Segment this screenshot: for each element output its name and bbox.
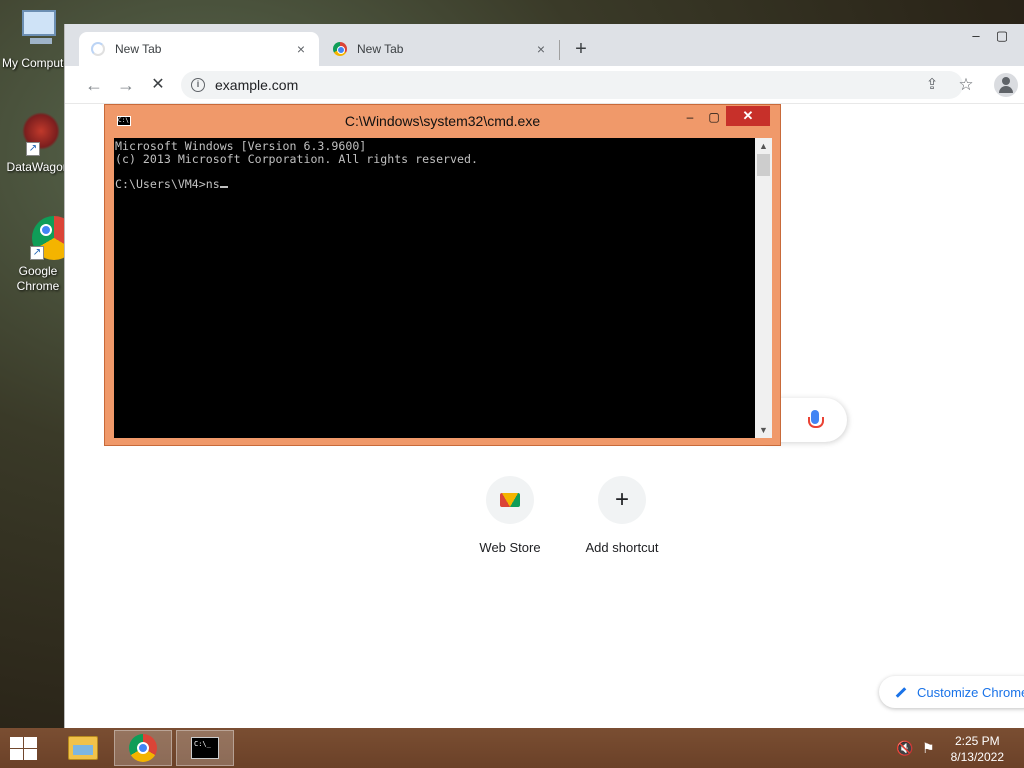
cmd-minimize-button[interactable]: –	[679, 107, 701, 127]
back-button[interactable]: ←	[83, 74, 105, 96]
clock-time: 2:25 PM	[954, 734, 1000, 748]
shortcut-arrow-icon: ↗	[26, 142, 40, 156]
start-button[interactable]	[8, 736, 38, 760]
console-line: (c) 2013 Microsoft Corporation. All righ…	[115, 151, 478, 166]
add-shortcut-plus-icon: +	[598, 476, 646, 524]
chrome-icon: ↗	[16, 216, 76, 260]
profile-avatar-button[interactable]	[994, 73, 1018, 97]
console-line: Microsoft Windows [Version 6.3.9600]	[115, 139, 367, 153]
scroll-down-arrow-icon[interactable]: ▼	[755, 422, 772, 438]
shortcut-label: Web Store	[479, 540, 541, 555]
customize-chrome-button[interactable]: Customize Chrome	[879, 676, 1024, 708]
windows-logo-icon	[10, 737, 23, 748]
new-tab-button[interactable]: +	[569, 38, 593, 61]
console-prompt-line: C:\Users\VM4>ns	[115, 176, 754, 191]
taskbar: C:\_ 🔇 ⚑ 2:25 PM 8/13/2022	[0, 728, 1024, 768]
taskbar-cmd[interactable]: C:\_	[176, 730, 234, 766]
stop-loading-button[interactable]: ✕	[147, 74, 169, 96]
share-button[interactable]: ⇪	[921, 74, 943, 96]
voice-search-mic-icon[interactable]	[808, 410, 824, 428]
forward-button[interactable]: →	[115, 74, 137, 96]
computer-icon	[16, 8, 60, 52]
system-clock[interactable]: 2:25 PM 8/13/2022	[951, 733, 1004, 765]
site-info-icon[interactable]: i	[191, 78, 205, 92]
minimize-button[interactable]: –	[965, 28, 987, 43]
cmd-close-button[interactable]: ✕	[726, 106, 770, 126]
clock-date: 8/13/2022	[950, 750, 1004, 764]
scroll-thumb[interactable]	[757, 154, 770, 176]
text-cursor	[219, 185, 228, 188]
web-store-icon	[500, 493, 520, 507]
url-text: example.com	[215, 77, 299, 93]
shortcut-label: Add shortcut	[585, 540, 659, 555]
volume-muted-icon[interactable]: 🔇	[896, 740, 913, 757]
console-prompt: C:\Users\VM4>ns	[115, 176, 220, 191]
tab-new-tab[interactable]: New Tab ×	[321, 32, 559, 66]
network-icon[interactable]: ⚑	[922, 740, 935, 757]
maximize-button[interactable]: ▢	[991, 28, 1013, 44]
scroll-up-arrow-icon[interactable]: ▲	[755, 138, 772, 154]
chrome-icon	[129, 734, 157, 762]
datawagon-icon: ↗	[16, 112, 60, 156]
console-scrollbar[interactable]: ▲ ▼	[755, 138, 772, 438]
web-store-tile	[486, 476, 534, 524]
address-bar[interactable]: i example.com	[181, 71, 963, 99]
tab-close-icon[interactable]: ×	[293, 41, 309, 57]
customize-chrome-label: Customize Chrome	[917, 684, 1024, 700]
pencil-icon	[895, 686, 907, 698]
bookmark-star-button[interactable]: ☆	[955, 74, 977, 96]
windows-logo-pane	[10, 749, 23, 760]
windows-logo-pane	[24, 737, 37, 748]
shortcut-arrow-icon: ↗	[30, 246, 44, 260]
shortcut-web-store[interactable]: Web Store	[454, 476, 566, 555]
cmd-maximize-button[interactable]: ▢	[703, 107, 725, 127]
cmd-icon: C:\_	[191, 737, 219, 759]
tab-strip: New Tab × New Tab × + – ▢	[65, 24, 1024, 66]
taskbar-file-explorer[interactable]	[54, 730, 112, 766]
loading-spinner-icon	[91, 42, 105, 56]
tab-title: New Tab	[357, 42, 404, 56]
folder-icon	[68, 736, 98, 760]
shortcut-add[interactable]: + Add shortcut	[566, 476, 678, 555]
tab-title: New Tab	[115, 42, 162, 56]
taskbar-chrome[interactable]	[114, 730, 172, 766]
tab-divider	[559, 40, 560, 60]
tab-new-tab-active[interactable]: New Tab ×	[79, 32, 319, 66]
cmd-window[interactable]: C:\ C:\Windows\system32\cmd.exe – ▢ ✕ Mi…	[104, 104, 781, 446]
chrome-favicon-icon	[333, 42, 347, 56]
cmd-title-bar[interactable]: C:\ C:\Windows\system32\cmd.exe – ▢ ✕	[105, 105, 780, 137]
windows-logo-pane	[24, 749, 37, 760]
browser-toolbar: ← → ✕ i example.com ⇪ ☆	[65, 66, 1024, 104]
console-output[interactable]: Microsoft Windows [Version 6.3.9600] (c) …	[114, 138, 755, 438]
tab-close-icon[interactable]: ×	[533, 41, 549, 57]
